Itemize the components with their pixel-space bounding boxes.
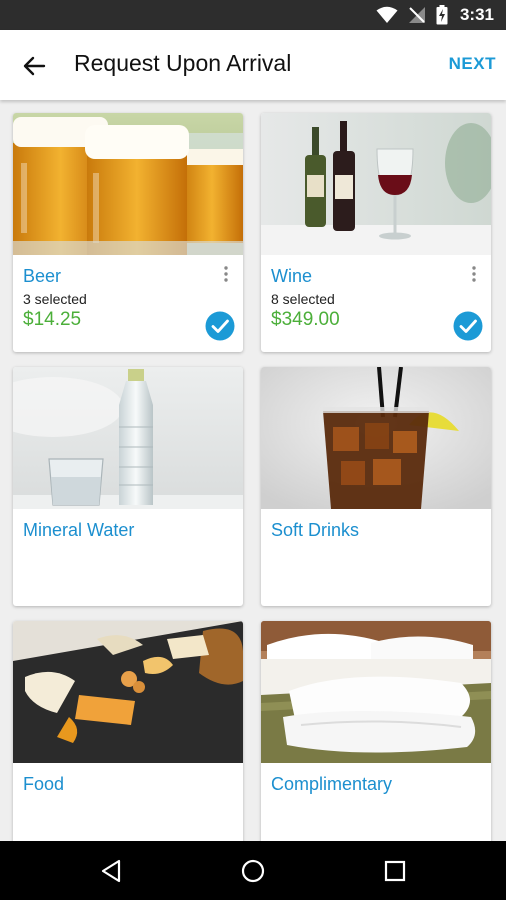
card-title: Food — [23, 774, 65, 794]
home-circle-icon[interactable] — [240, 858, 266, 884]
card-price: $349.00 — [271, 309, 340, 330]
navigation-bar — [0, 841, 506, 900]
battery-charging-icon — [436, 5, 448, 25]
card-food[interactable]: Food — [13, 621, 243, 841]
app-bar: Request Upon Arrival NEXT — [0, 30, 506, 100]
category-grid: Beer 3 selected $14.25 Wine 8 selected $… — [0, 100, 506, 841]
mineral-water-image — [13, 367, 243, 509]
no-signal-icon — [408, 7, 425, 23]
card-title: Soft Drinks — [271, 520, 360, 540]
recents-square-icon[interactable] — [382, 858, 408, 884]
status-bar: 3:31 — [0, 0, 506, 30]
card-title: Complimentary — [271, 774, 393, 794]
card-wine[interactable]: Wine 8 selected $349.00 — [261, 113, 491, 352]
check-circle-icon[interactable] — [205, 311, 235, 341]
wifi-icon — [376, 6, 398, 23]
selected-count: 8 selected — [271, 291, 335, 307]
soft-drinks-image — [261, 367, 491, 509]
selected-count: 3 selected — [23, 291, 87, 307]
card-price: $14.25 — [23, 309, 82, 330]
back-triangle-icon[interactable] — [98, 858, 124, 884]
status-icons: 3:31 — [376, 5, 494, 25]
wine-image — [261, 113, 491, 255]
card-title: Mineral Water — [23, 520, 135, 540]
next-button[interactable]: NEXT — [449, 54, 496, 74]
card-mineral-water[interactable]: Mineral Water — [13, 367, 243, 606]
card-title: Beer — [23, 266, 62, 286]
food-image — [13, 621, 243, 763]
check-circle-icon[interactable] — [453, 311, 483, 341]
arrow-back-icon[interactable] — [20, 52, 48, 80]
complimentary-image — [261, 621, 491, 763]
more-vert-icon[interactable] — [469, 265, 479, 283]
beer-image — [13, 113, 243, 255]
card-title: Wine — [271, 266, 313, 286]
status-time: 3:31 — [459, 5, 494, 24]
page-title: Request Upon Arrival — [74, 50, 292, 76]
more-vert-icon[interactable] — [221, 265, 231, 283]
card-soft-drinks[interactable]: Soft Drinks — [261, 367, 491, 606]
card-complimentary[interactable]: Complimentary — [261, 621, 491, 841]
card-beer[interactable]: Beer 3 selected $14.25 — [13, 113, 243, 352]
